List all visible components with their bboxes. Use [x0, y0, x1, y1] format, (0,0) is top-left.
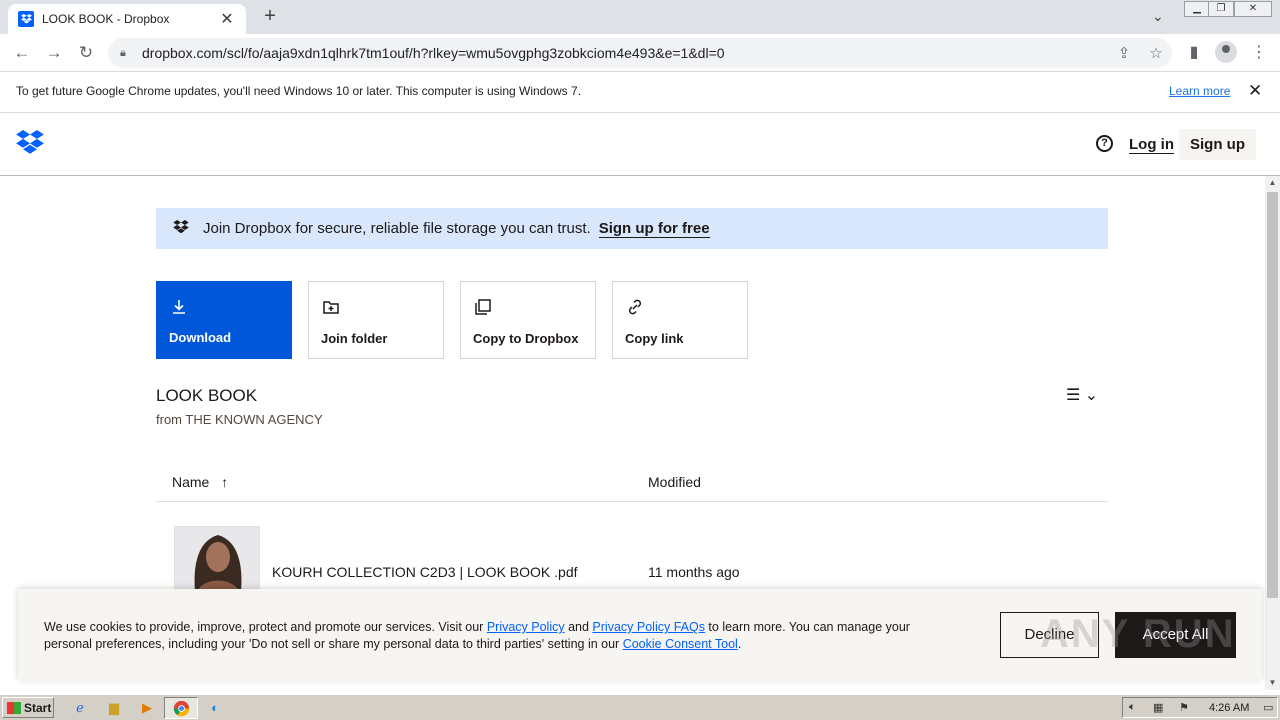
copy-link-button[interactable]: Copy link [612, 281, 748, 359]
link-icon [625, 297, 645, 317]
cookie-text-part: We use cookies to provide, improve, prot… [44, 620, 487, 634]
network-icon[interactable]: ▦ [1153, 701, 1163, 714]
banner-text: Join Dropbox for secure, reliable file s… [203, 220, 591, 237]
folder-add-icon [321, 297, 341, 317]
download-icon [169, 297, 189, 317]
dropbox-favicon-icon [18, 11, 34, 27]
folder-owner: from THE KNOWN AGENCY [156, 412, 323, 427]
share-icon[interactable]: ⇪ [1108, 44, 1140, 62]
volume-icon[interactable]: 🔈︎ [1129, 701, 1136, 714]
internet-explorer-icon[interactable]: ℯ [70, 698, 90, 718]
column-header-modified[interactable]: Modified [648, 474, 701, 490]
infobar-message: To get future Google Chrome updates, you… [16, 84, 582, 98]
browser-tab[interactable]: LOOK BOOK - Dropbox ✕ [8, 4, 246, 34]
address-bar[interactable]: 🔒︎ dropbox.com/scl/fo/aaja9xdn1qlhrk7tm1… [108, 38, 1172, 68]
dropbox-logo-icon[interactable] [16, 130, 44, 160]
close-window-button[interactable]: ✕ [1234, 1, 1272, 17]
back-arrow-icon[interactable]: ← [11, 42, 33, 64]
url-text[interactable]: dropbox.com/scl/fo/aaja9xdn1qlhrk7tm1ouf… [142, 45, 1108, 61]
cookie-text-part: . [737, 637, 742, 651]
chrome-taskbar-button[interactable] [164, 697, 198, 719]
scrollbar-thumb[interactable] [1267, 192, 1278, 598]
action-center-flag-icon[interactable]: ⚑ [1179, 701, 1189, 714]
start-button[interactable]: Start [2, 697, 54, 718]
learn-more-link[interactable]: Learn more [1169, 84, 1230, 98]
side-panel-icon[interactable]: ▮ [1183, 42, 1205, 64]
banner-signup-link[interactable]: Sign up for free [598, 220, 710, 238]
download-button[interactable]: Download [156, 281, 292, 359]
tab-title: LOOK BOOK - Dropbox [42, 12, 170, 26]
file-modified: 11 months ago [648, 564, 740, 580]
file-explorer-icon[interactable]: ▆ [104, 698, 124, 718]
table-header-divider [156, 501, 1108, 502]
signup-banner: Join Dropbox for secure, reliable file s… [156, 208, 1108, 249]
profile-avatar-icon[interactable] [1215, 41, 1237, 63]
tab-strip: LOOK BOOK - Dropbox ✕ + ⌄ ▁ ❐ ✕ [0, 0, 1280, 34]
forward-arrow-icon[interactable]: → [43, 42, 65, 64]
anyrun-watermark: ANY RUN [1040, 612, 1236, 656]
tab-close-icon[interactable]: ✕ [218, 9, 236, 29]
folder-title: LOOK BOOK [156, 386, 258, 405]
view-options-icon[interactable]: ☰ ⌄ [1066, 385, 1098, 405]
cookie-text-part: and [564, 620, 593, 634]
windows-taskbar: Start ℯ ▆ ▶ ◐ 🔈︎ ▦ ⚑ 4:26 AM ▭ [0, 694, 1280, 720]
sort-ascending-arrow-icon[interactable]: ↑ [221, 474, 228, 490]
copy-icon [473, 297, 493, 317]
reload-icon[interactable]: ↻ [75, 42, 97, 64]
column-header-name[interactable]: Name ↑ [172, 474, 228, 490]
copy-link-label: Copy link [625, 331, 684, 346]
cookie-text: We use cookies to provide, improve, prot… [44, 619, 954, 653]
copy-to-dropbox-label: Copy to Dropbox [473, 331, 579, 346]
download-label: Download [169, 330, 232, 345]
kebab-menu-icon[interactable]: ⋮ [1248, 42, 1270, 64]
chrome-update-infobar: To get future Google Chrome updates, you… [0, 72, 1280, 113]
privacy-faqs-link[interactable]: Privacy Policy FAQs [592, 620, 705, 634]
system-tray: 🔈︎ ▦ ⚑ 4:26 AM ▭ [1122, 697, 1278, 718]
name-header-label: Name [172, 474, 210, 490]
file-thumbnail[interactable] [174, 526, 260, 590]
clock[interactable]: 4:26 AM [1209, 702, 1249, 714]
windows-logo-icon [7, 701, 21, 714]
dropbox-header: ? Log in Sign up [0, 113, 1280, 176]
copy-to-dropbox-button[interactable]: Copy to Dropbox [460, 281, 596, 359]
help-icon[interactable]: ? [1096, 135, 1113, 152]
bookmark-star-icon[interactable]: ☆ [1140, 44, 1172, 62]
scroll-down-arrow-icon[interactable]: ▼ [1265, 676, 1280, 690]
page-scrollbar[interactable]: ▲ ▼ [1265, 176, 1280, 690]
infobar-close-icon[interactable]: ✕ [1248, 81, 1262, 101]
show-desktop-icon[interactable]: ▭ [1263, 701, 1273, 714]
privacy-policy-link[interactable]: Privacy Policy [487, 620, 565, 634]
minimize-window-button[interactable]: ▁ [1184, 1, 1210, 17]
lock-icon[interactable]: 🔒︎ [120, 47, 134, 60]
edge-icon[interactable]: ◐ [205, 698, 225, 718]
join-folder-button[interactable]: Join folder [308, 281, 444, 359]
restore-window-button[interactable]: ❐ [1208, 1, 1234, 17]
media-player-icon[interactable]: ▶ [137, 698, 157, 718]
signup-button[interactable]: Sign up [1179, 129, 1256, 160]
join-folder-label: Join folder [321, 331, 388, 346]
scroll-up-arrow-icon[interactable]: ▲ [1265, 176, 1280, 190]
cookie-consent-tool-link[interactable]: Cookie Consent Tool [623, 637, 738, 651]
new-tab-button[interactable]: + [258, 5, 282, 29]
chrome-icon [173, 700, 190, 717]
file-name[interactable]: KOURH COLLECTION C2D3 | LOOK BOOK .pdf [272, 564, 578, 580]
start-label: Start [24, 700, 52, 715]
login-link[interactable]: Log in [1129, 136, 1174, 154]
dropbox-logo-icon [173, 219, 189, 238]
tab-search-chevron-icon[interactable]: ⌄ [1152, 8, 1164, 25]
browser-toolbar: ← → ↻ 🔒︎ dropbox.com/scl/fo/aaja9xdn1qlh… [0, 34, 1280, 72]
